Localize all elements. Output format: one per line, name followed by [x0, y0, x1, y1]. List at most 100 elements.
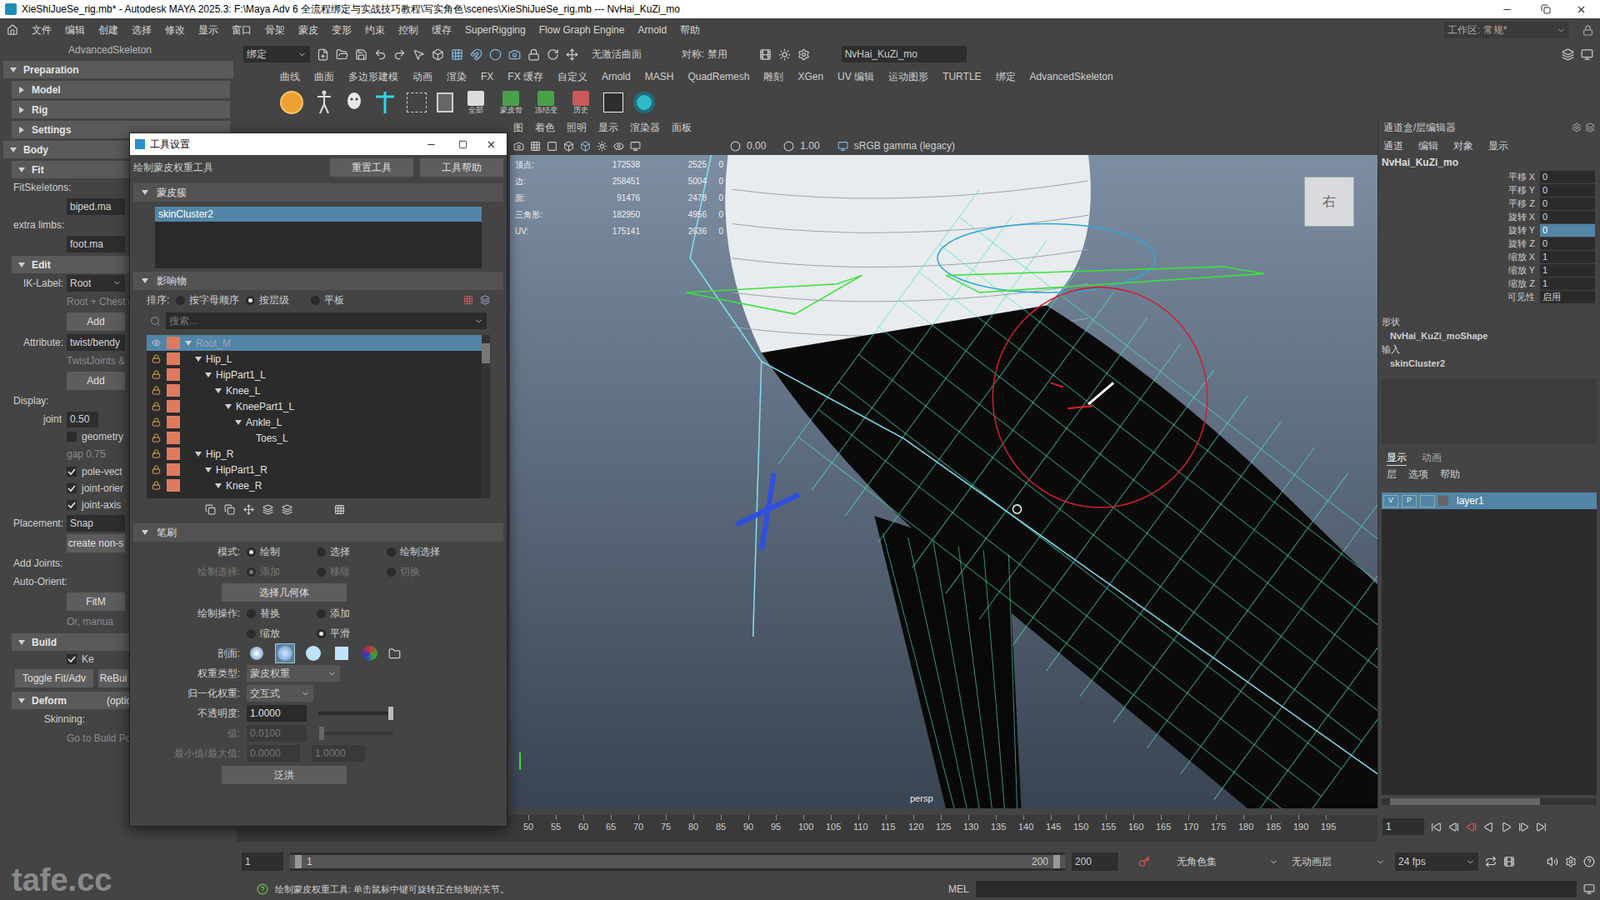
- menu-item[interactable]: 选项: [1408, 466, 1429, 482]
- attribute-value[interactable]: 0: [1540, 184, 1595, 197]
- subsection-header[interactable]: Model: [11, 80, 230, 99]
- attribute-value[interactable]: 1: [1540, 277, 1595, 290]
- collapsed-arrow-icon[interactable]: [18, 126, 25, 134]
- expanded-arrow-icon[interactable]: [10, 66, 17, 74]
- radio-button[interactable]: [245, 295, 255, 305]
- loop-icon[interactable]: [1485, 855, 1497, 868]
- menu-item[interactable]: 通道: [1383, 138, 1404, 154]
- brush-profile[interactable]: [246, 643, 267, 664]
- range-end-field[interactable]: 200: [1071, 852, 1119, 871]
- gamma-value[interactable]: 1.00: [800, 138, 820, 154]
- influence-row[interactable]: KneePart1_L: [146, 398, 482, 415]
- attribute-value[interactable]: 1: [1540, 250, 1595, 264]
- panel-menu-item[interactable]: 渲染器: [630, 120, 660, 135]
- display-type-toggle[interactable]: [1420, 495, 1435, 508]
- unlock-icon[interactable]: [146, 338, 165, 348]
- menu-item[interactable]: SuperRigging: [465, 22, 526, 38]
- attribute-row[interactable]: 旋转 Y0: [1378, 223, 1600, 237]
- exposure-value[interactable]: 0.00: [746, 138, 766, 154]
- attribute-value[interactable]: 0: [1540, 237, 1595, 250]
- snap-grid-icon[interactable]: [450, 48, 464, 61]
- panel-menu-item[interactable]: 面板: [671, 120, 692, 135]
- lock-icon[interactable]: [146, 401, 165, 411]
- select-icon[interactable]: [412, 48, 425, 61]
- menu-item[interactable]: 对象: [1453, 138, 1474, 154]
- menu-item[interactable]: Flow Graph Engine: [539, 22, 625, 38]
- menu-item[interactable]: 控制: [398, 22, 419, 38]
- snap-point-icon[interactable]: [489, 48, 502, 61]
- grid-tool-icon[interactable]: [406, 92, 427, 113]
- auto-key-icon[interactable]: [1138, 855, 1150, 868]
- panel-button[interactable]: ReBui: [98, 669, 129, 688]
- menu-item[interactable]: 选择: [131, 22, 152, 38]
- colorspace-label[interactable]: sRGB gamma (legacy): [854, 138, 955, 154]
- play-backward-icon[interactable]: [1483, 821, 1495, 833]
- show-influences-icon[interactable]: [262, 504, 274, 515]
- shelf-tab[interactable]: FX 缓存: [507, 69, 544, 85]
- range-bar[interactable]: 1200: [290, 852, 1065, 871]
- isolate-icon[interactable]: [613, 140, 625, 152]
- object-mode-icon[interactable]: [431, 48, 445, 61]
- sound-icon[interactable]: [1546, 855, 1559, 868]
- radio-button[interactable]: [386, 547, 396, 557]
- current-frame-field[interactable]: 1: [1382, 818, 1425, 835]
- minimize-icon[interactable]: [1501, 4, 1513, 15]
- lock-icon[interactable]: [146, 385, 165, 395]
- attribute-value[interactable]: 0: [1540, 210, 1595, 224]
- brush-profile[interactable]: [360, 643, 380, 664]
- layout-icon[interactable]: [1561, 48, 1575, 61]
- influence-row[interactable]: HipPart1_R: [146, 461, 482, 478]
- frame-icon[interactable]: [546, 140, 558, 152]
- influence-row[interactable]: Knee_L: [146, 382, 482, 399]
- tool-button[interactable]: 重置工具: [330, 158, 414, 177]
- view-cube[interactable]: 右: [1304, 176, 1355, 227]
- attribute-value[interactable]: 0: [1540, 170, 1595, 184]
- shelf-tab[interactable]: 渲染: [446, 69, 467, 85]
- transform-icon[interactable]: [565, 48, 579, 61]
- list-view-icon[interactable]: [334, 504, 345, 515]
- attribute-row[interactable]: 可见性启用: [1378, 290, 1600, 304]
- menu-item[interactable]: 编辑: [1418, 138, 1439, 154]
- face-icon[interactable]: [345, 90, 364, 115]
- select-geometry-button[interactable]: 选择几何体: [221, 583, 347, 602]
- radio-button[interactable]: [310, 295, 320, 305]
- influence-row[interactable]: Ankle_L: [146, 414, 482, 430]
- shelf-button[interactable]: 冻结变: [533, 90, 559, 115]
- move-weights-icon[interactable]: [243, 504, 255, 515]
- exposure-icon[interactable]: [730, 140, 741, 152]
- shelf-tab[interactable]: 动画: [412, 69, 433, 85]
- preferences-icon[interactable]: [1565, 855, 1577, 868]
- expanded-arrow-icon[interactable]: [205, 466, 212, 474]
- influence-list-icon[interactable]: [480, 295, 490, 305]
- shelf-tab[interactable]: QuadRemesh: [687, 69, 750, 85]
- menu-item[interactable]: 帮助: [680, 22, 700, 38]
- panel-button[interactable]: create non-s: [66, 534, 125, 553]
- radio-button[interactable]: [246, 547, 256, 557]
- history-icon[interactable]: [546, 48, 560, 61]
- menu-item[interactable]: 缓存: [431, 22, 452, 38]
- layer-color-swatch[interactable]: [1438, 495, 1449, 506]
- expanded-arrow-icon[interactable]: [18, 697, 25, 705]
- shelf-tab[interactable]: 曲线: [280, 69, 300, 85]
- menu-item[interactable]: 修改: [165, 22, 185, 38]
- influence-row[interactable]: Knee_R: [146, 477, 482, 494]
- radio-button[interactable]: [246, 629, 256, 639]
- attribute-value[interactable]: 0: [1540, 224, 1595, 237]
- radio-option[interactable]: 添加: [316, 605, 375, 621]
- go-to-end-icon[interactable]: [1535, 821, 1547, 833]
- shelf-button[interactable]: 蒙皮骨: [498, 90, 524, 115]
- visibility-toggle[interactable]: V: [1383, 495, 1399, 508]
- menu-item[interactable]: 帮助: [1440, 466, 1460, 482]
- joint-tool-icon[interactable]: [373, 90, 397, 115]
- cache-icon[interactable]: [1503, 855, 1515, 868]
- radio-option[interactable]: 平滑: [316, 625, 375, 641]
- menu-item[interactable]: Arnold: [637, 22, 667, 38]
- command-language[interactable]: MEL: [948, 881, 970, 897]
- expanded-arrow-icon[interactable]: [141, 529, 149, 536]
- radio-button[interactable]: [316, 629, 326, 639]
- radio-button[interactable]: [316, 609, 326, 619]
- settings-section-header[interactable]: 影响物: [133, 271, 504, 290]
- collapsed-arrow-icon[interactable]: [18, 106, 25, 114]
- menu-item[interactable]: 窗口: [231, 22, 252, 38]
- expanded-arrow-icon[interactable]: [215, 387, 222, 395]
